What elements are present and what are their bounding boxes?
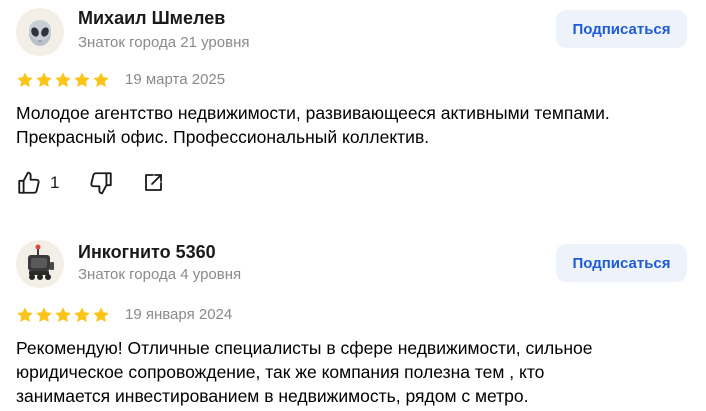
subscribe-button[interactable]: Подписаться [556,244,687,282]
star-rating [16,71,110,89]
dislike-button[interactable] [88,169,114,197]
star-icon [93,307,109,323]
star-rating [16,306,110,324]
star-icon [93,72,109,88]
author-avatar[interactable] [16,8,64,56]
star-icon [55,307,71,323]
review-text-line: юридическое сопровождение, так же компан… [16,362,545,382]
review-date: 19 марта 2025 [125,71,226,88]
star-icon [17,307,33,323]
review-date: 19 января 2024 [125,306,233,323]
like-count: 1 [50,173,60,192]
review-text: Рекомендую! Отличные специалисты в сфере… [16,336,686,408]
star-icon [17,72,33,88]
author-level: Знаток города 4 уровня [78,266,242,283]
thumbs-down-icon [90,172,112,195]
robot-avatar-icon [28,244,54,280]
star-icon [74,307,90,323]
star-icon [74,72,90,88]
review-text-line: Рекомендую! Отличные специалисты в сфере… [16,338,593,358]
alien-avatar-icon [29,20,51,46]
like-button[interactable]: 1 [16,169,59,197]
subscribe-button[interactable]: Подписаться [556,10,687,48]
author-name[interactable]: Инкогнито 5360 [78,242,216,263]
review-text-line: Молодое агентство недвижимости, развиваю… [16,103,610,123]
thumbs-up-icon [18,171,40,194]
review-text-line: Прекрасный офис. Профессиональный коллек… [16,127,430,147]
review-text-line: занимается инвестированием в недвижимост… [16,386,529,406]
share-button[interactable] [141,169,165,197]
star-icon [36,307,52,323]
author-avatar[interactable] [16,240,64,288]
author-name[interactable]: Михаил Шмелев [78,8,225,29]
review-text: Молодое агентство недвижимости, развиваю… [16,101,686,149]
author-level: Знаток города 21 уровня [78,34,250,51]
share-icon [145,174,162,191]
star-icon [36,72,52,88]
star-icon [55,72,71,88]
